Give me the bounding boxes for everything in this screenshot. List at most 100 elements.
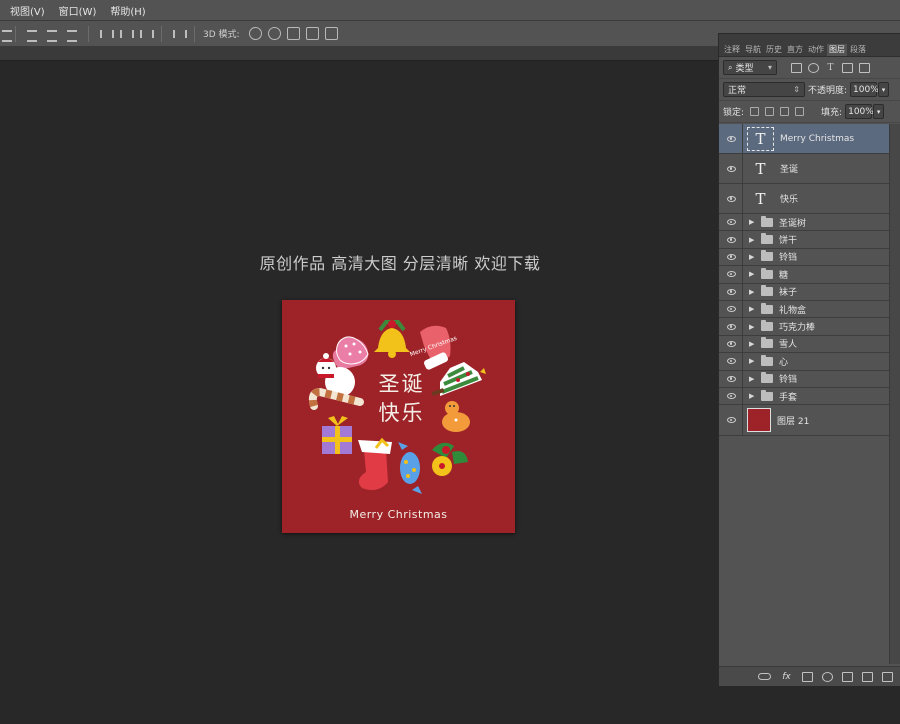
expand-triangle-icon[interactable]: ▶ xyxy=(749,288,756,296)
3d-rotate-icon[interactable] xyxy=(248,27,262,40)
group-name: 雪人 xyxy=(779,340,798,351)
layer-group-row[interactable]: ▶ 糖 xyxy=(719,266,889,284)
visibility-eye-icon[interactable] xyxy=(723,236,739,243)
filter-smart-object-icon[interactable] xyxy=(859,62,870,73)
group-name: 糖 xyxy=(779,270,789,281)
lock-all-icon[interactable] xyxy=(795,107,805,116)
tab-notes[interactable]: 注释 xyxy=(722,44,742,56)
filter-adjustment-icon[interactable] xyxy=(808,62,819,73)
layer-group-row[interactable]: ▶ 铃铛 xyxy=(719,248,889,267)
align-right-edges-icon[interactable] xyxy=(138,28,154,40)
opacity-value: 100% xyxy=(853,84,879,95)
align-bottom-icon[interactable] xyxy=(65,28,79,42)
folder-icon xyxy=(761,250,773,262)
layer-group-row[interactable]: ▶ 手套 xyxy=(719,387,889,406)
layers-scrollbar[interactable] xyxy=(889,124,900,664)
holly-bell-ornament xyxy=(432,442,468,476)
opacity-dropdown-button[interactable]: ▾ xyxy=(878,82,890,97)
layer-filter-row: ⌕ 类型 ▾ T xyxy=(719,57,900,79)
fill-dropdown-button[interactable]: ▾ xyxy=(873,104,885,119)
visibility-eye-icon[interactable] xyxy=(723,271,739,278)
layer-group-row[interactable]: ▶ 巧克力棒 xyxy=(719,318,889,336)
expand-triangle-icon[interactable]: ▶ xyxy=(749,392,756,400)
layer-group-row[interactable]: ▶ 袜子 xyxy=(719,283,889,301)
align-left-edges-icon[interactable] xyxy=(98,28,114,40)
3d-roll-icon[interactable] xyxy=(267,27,281,40)
filter-pixel-icon[interactable] xyxy=(791,62,802,73)
visibility-eye-icon[interactable] xyxy=(723,358,739,365)
align-hcenter-icon[interactable] xyxy=(118,28,134,40)
filter-shape-icon[interactable] xyxy=(842,62,853,73)
visibility-eye-icon[interactable] xyxy=(723,393,739,400)
new-layer-icon[interactable] xyxy=(862,671,873,682)
expand-triangle-icon[interactable]: ▶ xyxy=(749,253,756,261)
tab-navigator[interactable]: 导航 xyxy=(743,44,763,56)
menu-view[interactable]: 视图(V) xyxy=(10,3,45,18)
adjustment-layer-icon[interactable] xyxy=(822,671,833,682)
layer-group-row[interactable]: ▶ 饼干 xyxy=(719,231,889,249)
visibility-eye-icon[interactable] xyxy=(723,195,739,202)
visibility-eye-icon[interactable] xyxy=(723,165,739,172)
expand-triangle-icon[interactable]: ▶ xyxy=(749,323,756,331)
menu-help[interactable]: 帮助(H) xyxy=(110,3,145,18)
lock-position-icon[interactable] xyxy=(780,107,790,116)
visibility-eye-icon[interactable] xyxy=(723,219,739,226)
divider xyxy=(742,283,743,300)
delete-layer-icon[interactable] xyxy=(882,671,893,682)
divider xyxy=(742,387,743,405)
layer-row-raster[interactable]: 图层 21 xyxy=(719,405,889,437)
fill-label: 填充: xyxy=(821,108,843,118)
expand-triangle-icon[interactable]: ▶ xyxy=(749,340,756,348)
divider xyxy=(742,353,743,370)
visibility-eye-icon[interactable] xyxy=(723,253,739,260)
expand-triangle-icon[interactable]: ▶ xyxy=(749,236,756,244)
align-top-icon[interactable] xyxy=(25,28,39,42)
visibility-eye-icon[interactable] xyxy=(723,340,739,347)
visibility-eye-icon[interactable] xyxy=(723,288,739,295)
fx-icon[interactable]: fx xyxy=(780,672,793,682)
tab-paragraph[interactable]: 段落 xyxy=(848,44,868,56)
fill-input[interactable]: 100% xyxy=(845,104,874,119)
menu-window[interactable]: 窗口(W) xyxy=(59,3,97,18)
layer-group-row[interactable]: ▶ 圣诞树 xyxy=(719,214,889,232)
layer-group-row[interactable]: ▶ 礼物盒 xyxy=(719,300,889,319)
filter-kind-select[interactable]: ⌕ 类型 ▾ xyxy=(723,60,777,75)
tab-histogram[interactable]: 直方 xyxy=(785,44,805,56)
layer-group-row[interactable]: ▶ 心 xyxy=(719,353,889,371)
opacity-input[interactable]: 100% xyxy=(850,82,879,97)
visibility-eye-icon[interactable] xyxy=(723,417,739,424)
layer-row-text[interactable]: T 圣诞 xyxy=(719,154,889,184)
folder-icon xyxy=(761,337,773,349)
layer-group-row[interactable]: ▶ 铃铛 xyxy=(719,370,889,388)
lock-transparent-icon[interactable] xyxy=(750,107,760,116)
lock-image-icon[interactable] xyxy=(765,107,775,116)
align-left-icon[interactable] xyxy=(0,28,12,42)
tab-actions[interactable]: 动作 xyxy=(806,44,826,56)
visibility-eye-icon[interactable] xyxy=(723,375,739,382)
tab-layers[interactable]: 图层 xyxy=(827,44,847,56)
divider xyxy=(742,318,743,335)
blend-mode-select[interactable]: 正常 ⇕ xyxy=(723,82,805,97)
filter-type-icon[interactable]: T xyxy=(825,63,836,73)
expand-triangle-icon[interactable]: ▶ xyxy=(749,270,756,278)
3d-slide-icon[interactable] xyxy=(305,27,319,40)
visibility-eye-icon[interactable] xyxy=(723,323,739,330)
distribute-icon[interactable] xyxy=(171,28,187,40)
expand-triangle-icon[interactable]: ▶ xyxy=(749,305,756,313)
add-mask-icon[interactable] xyxy=(802,671,813,682)
visibility-eye-icon[interactable] xyxy=(723,135,739,142)
tab-history[interactable]: 历史 xyxy=(764,44,784,56)
expand-triangle-icon[interactable]: ▶ xyxy=(749,357,756,365)
3d-pan-icon[interactable] xyxy=(286,27,300,40)
layer-group-row[interactable]: ▶ 雪人 xyxy=(719,335,889,354)
expand-triangle-icon[interactable]: ▶ xyxy=(749,375,756,383)
visibility-eye-icon[interactable] xyxy=(723,306,739,313)
3d-scale-icon[interactable] xyxy=(324,27,338,40)
layer-row-text[interactable]: T Merry Christmas xyxy=(719,124,889,154)
align-vcenter-icon[interactable] xyxy=(45,28,59,42)
new-group-icon[interactable] xyxy=(842,671,853,682)
link-layers-icon[interactable] xyxy=(758,673,771,680)
expand-triangle-icon[interactable]: ▶ xyxy=(749,218,756,226)
layer-row-text[interactable]: T 快乐 xyxy=(719,184,889,214)
document-canvas[interactable]: Merry Christmas 圣诞 快乐 Merry Christmas xyxy=(282,300,515,533)
